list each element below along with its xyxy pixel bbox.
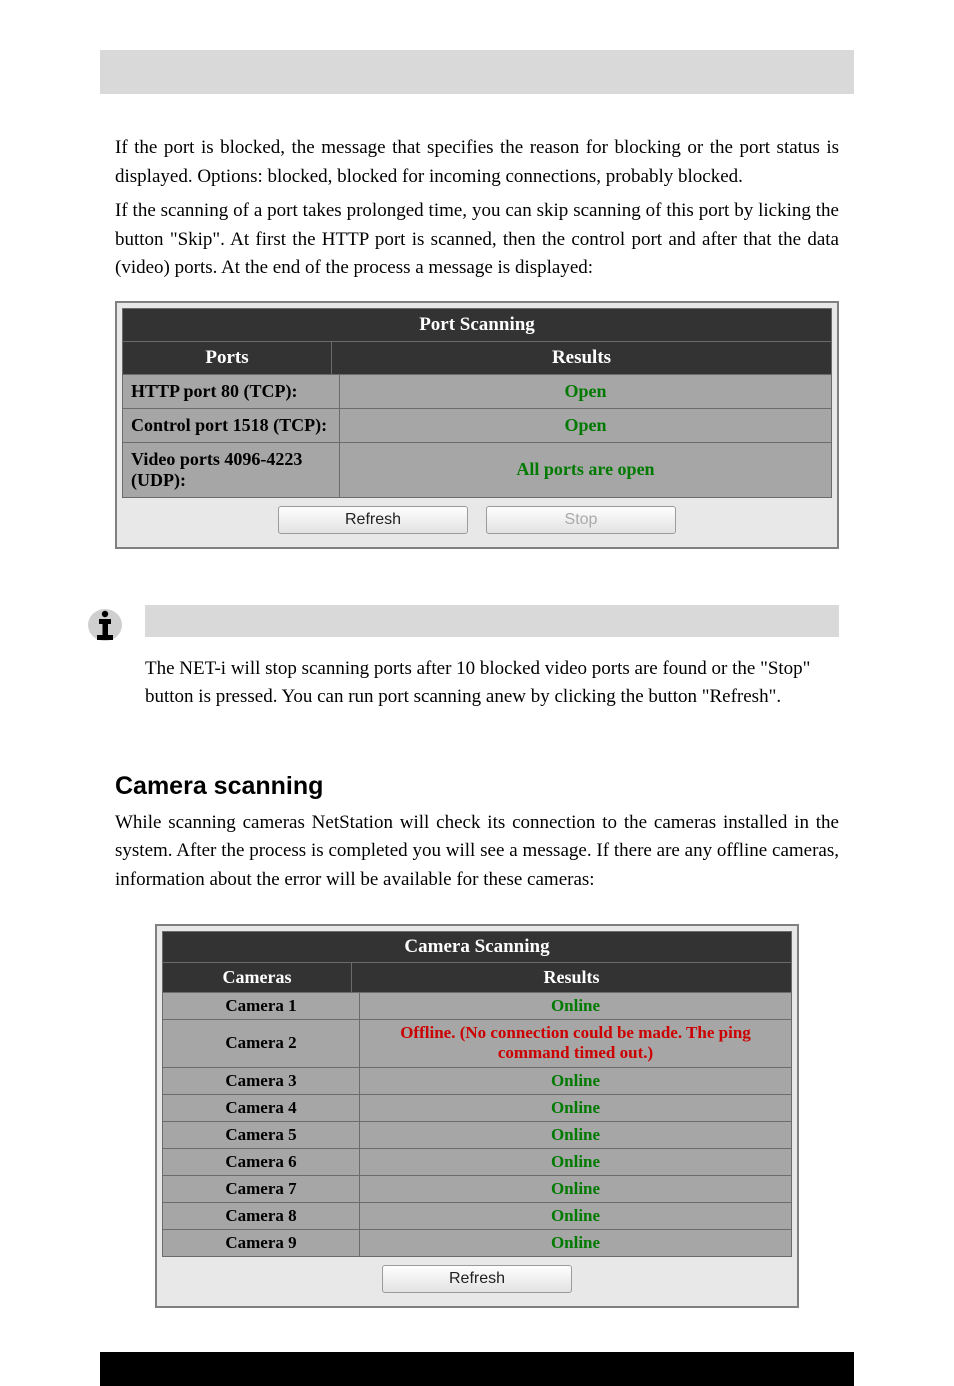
ports-header: Ports bbox=[123, 342, 332, 374]
note-text: The NET-i will stop scanning ports after… bbox=[145, 655, 839, 712]
camera-row: Camera 9 Online bbox=[163, 1230, 791, 1256]
camera-paragraph: While scanning cameras NetStation will c… bbox=[115, 809, 839, 895]
port-scanning-buttons: Refresh Stop bbox=[122, 498, 832, 542]
camera-row: Camera 8 Online bbox=[163, 1203, 791, 1230]
stop-button[interactable]: Stop bbox=[486, 506, 676, 534]
camera-scanning-panel: Camera Scanning Cameras Results Camera 1… bbox=[155, 924, 799, 1308]
camera-label: Camera 2 bbox=[163, 1020, 360, 1067]
camera-label: Camera 7 bbox=[163, 1176, 360, 1202]
camera-status: Online bbox=[360, 993, 791, 1019]
camera-row: Camera 3 Online bbox=[163, 1068, 791, 1095]
camera-label: Camera 1 bbox=[163, 993, 360, 1019]
camera-row: Camera 4 Online bbox=[163, 1095, 791, 1122]
camera-row: Camera 7 Online bbox=[163, 1176, 791, 1203]
camera-row: Camera 2 Offline. (No connection could b… bbox=[163, 1020, 791, 1068]
port-label: Video ports 4096-4223 (UDP): bbox=[123, 443, 340, 497]
camera-results-header: Results bbox=[352, 963, 791, 992]
camera-status: Online bbox=[360, 1095, 791, 1121]
camera-label: Camera 4 bbox=[163, 1095, 360, 1121]
camera-status: Offline. (No connection could be made. T… bbox=[360, 1020, 791, 1067]
port-scanning-panel: Port Scanning Ports Results HTTP port 80… bbox=[115, 301, 839, 549]
info-icon bbox=[85, 605, 125, 643]
camera-row: Camera 6 Online bbox=[163, 1149, 791, 1176]
port-result: All ports are open bbox=[340, 443, 831, 497]
camera-scanning-heading: Camera scanning bbox=[115, 772, 839, 801]
intro-paragraph-1: If the port is blocked, the message that… bbox=[115, 134, 839, 191]
results-header: Results bbox=[332, 342, 831, 374]
port-row: Control port 1518 (TCP): Open bbox=[123, 409, 831, 443]
port-result: Open bbox=[340, 375, 831, 408]
camera-label: Camera 5 bbox=[163, 1122, 360, 1148]
camera-status: Online bbox=[360, 1122, 791, 1148]
port-label: Control port 1518 (TCP): bbox=[123, 409, 340, 442]
port-result: Open bbox=[340, 409, 831, 442]
camera-row: Camera 1 Online bbox=[163, 993, 791, 1020]
camera-label: Camera 3 bbox=[163, 1068, 360, 1094]
intro-paragraph-2: If the scanning of a port takes prolonge… bbox=[115, 197, 839, 283]
camera-scanning-title: Camera Scanning bbox=[163, 932, 791, 963]
note-band bbox=[145, 605, 839, 637]
refresh-button[interactable]: Refresh bbox=[278, 506, 468, 534]
port-label: HTTP port 80 (TCP): bbox=[123, 375, 340, 408]
footer-black-bar bbox=[100, 1352, 854, 1386]
camera-status: Online bbox=[360, 1176, 791, 1202]
camera-status: Online bbox=[360, 1230, 791, 1256]
camera-refresh-button[interactable]: Refresh bbox=[382, 1265, 572, 1293]
port-scanning-title: Port Scanning bbox=[123, 309, 831, 342]
camera-scanning-buttons: Refresh bbox=[162, 1257, 792, 1301]
camera-row: Camera 5 Online bbox=[163, 1122, 791, 1149]
port-row: Video ports 4096-4223 (UDP): All ports a… bbox=[123, 443, 831, 497]
top-header-band bbox=[100, 50, 854, 94]
port-row: HTTP port 80 (TCP): Open bbox=[123, 375, 831, 409]
camera-status: Online bbox=[360, 1068, 791, 1094]
camera-status: Online bbox=[360, 1149, 791, 1175]
camera-status: Online bbox=[360, 1203, 791, 1229]
camera-label: Camera 8 bbox=[163, 1203, 360, 1229]
camera-label: Camera 9 bbox=[163, 1230, 360, 1256]
camera-label: Camera 6 bbox=[163, 1149, 360, 1175]
cameras-header: Cameras bbox=[163, 963, 352, 992]
